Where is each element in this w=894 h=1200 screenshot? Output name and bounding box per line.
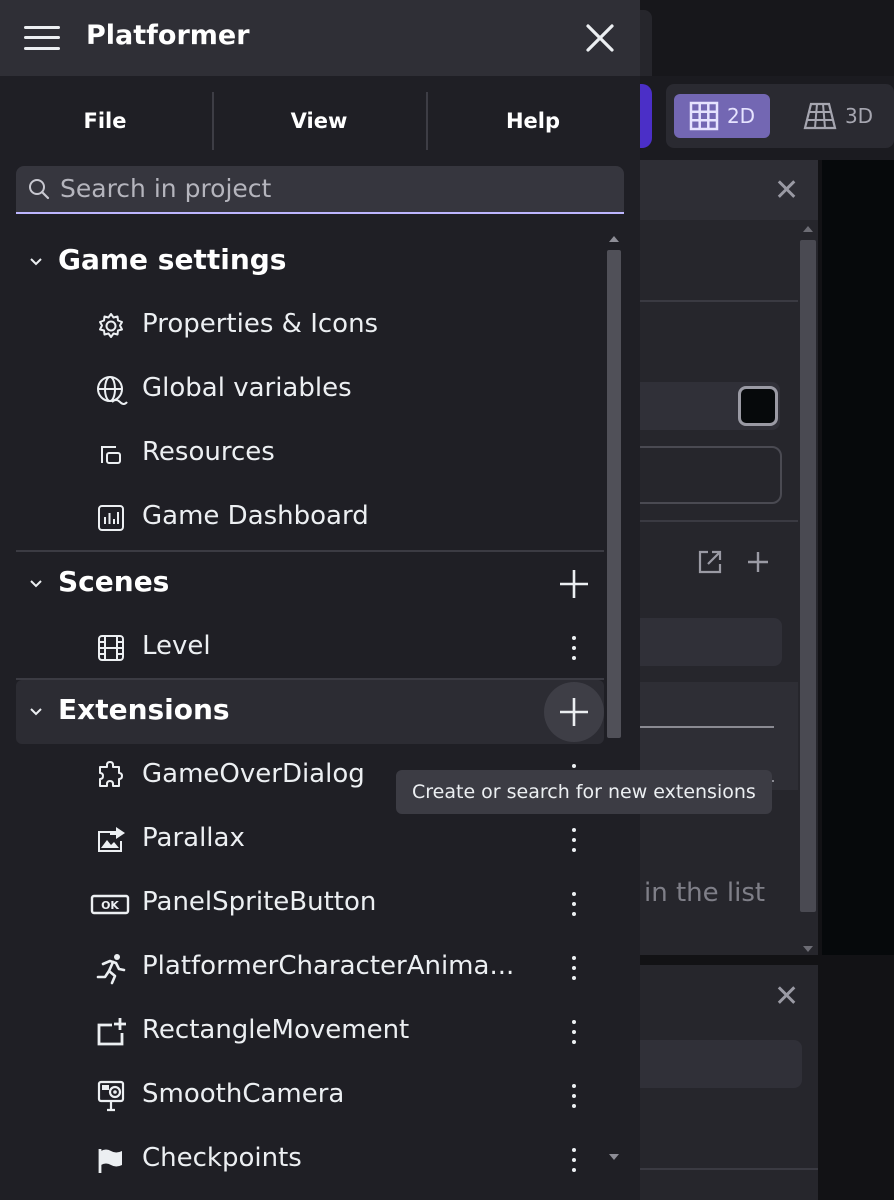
tree-scrollbar[interactable] [606,234,622,1166]
item-label: Checkpoints [142,1143,302,1173]
item-label: PanelSpriteButton [142,887,377,917]
project-title: Platformer [86,20,250,51]
chevron-down-icon[interactable] [28,254,44,270]
dashboard-icon [98,505,124,531]
more-options-icon[interactable] [564,890,584,918]
list-item[interactable]: RectangleMovement [16,1000,604,1064]
more-options-icon[interactable] [564,1082,584,1110]
bg-add-icon[interactable] [746,550,770,574]
bg-divider [640,300,798,302]
add-scene-button[interactable] [544,554,604,614]
more-options-icon[interactable] [564,1146,584,1174]
list-item[interactable]: Global variables [16,358,604,422]
bg-color-swatch[interactable] [738,386,778,426]
item-label: SmoothCamera [142,1079,345,1109]
list-item[interactable]: Level [16,616,604,680]
list-item[interactable]: Properties & Icons [16,294,604,358]
camera-icon [97,1080,125,1112]
bg-panel-scrollbar[interactable] [800,240,816,912]
bg-scroll-up-arrow[interactable] [803,226,813,232]
film-icon [98,635,124,661]
item-label: Parallax [142,823,245,853]
mode-2d-label: 2D [726,104,756,128]
item-label: Properties & Icons [142,309,379,339]
add-extension-tooltip: Create or search for new extensions [396,770,772,814]
item-label: Level [142,631,211,661]
more-options-icon[interactable] [564,826,584,854]
item-label: RectangleMovement [142,1015,410,1045]
running-person-icon [96,954,126,985]
search-placeholder: Search in project [60,174,272,203]
item-label: Resources [142,437,275,467]
svg-text:OK: OK [101,899,119,912]
list-item[interactable]: Game Dashboard [16,486,604,550]
scroll-up-arrow-icon[interactable] [609,236,619,242]
add-extension-button[interactable] [544,682,604,742]
grid-icon [689,101,719,131]
section-extensions[interactable]: Extensions [16,680,604,744]
bg-input-underline [640,726,774,728]
project-tree: Game settings Properties & Icons Global … [16,230,604,1173]
menu-view[interactable]: View [214,92,424,150]
project-manager-drawer: Platformer File View Help Search in proj… [0,0,640,1200]
bg-open-external-icon[interactable] [696,548,724,576]
list-item[interactable]: PlatformerCharacterAnima... [16,936,604,1000]
more-options-icon[interactable] [564,1018,584,1046]
menu-help[interactable]: Help [428,92,638,150]
chevron-down-icon[interactable] [28,704,44,720]
perspective-grid-icon [803,102,837,130]
section-title: Game settings [58,243,287,276]
puzzle-icon [99,761,123,787]
globe-icon [97,376,128,405]
rectangle-plus-icon [97,1018,126,1046]
flag-icon [98,1149,122,1173]
close-icon[interactable] [584,22,616,54]
list-item[interactable]: Parallax [16,808,604,872]
bg-scroll-down-arrow[interactable] [803,946,813,952]
mode-3d-button[interactable]: 3D [790,94,886,138]
drawer-header: Platformer [0,0,640,76]
search-icon [29,179,50,200]
item-label: Game Dashboard [142,501,369,531]
list-item[interactable]: Resources [16,422,604,486]
bg-canvas [822,160,894,955]
plus-icon [560,698,588,726]
item-label: PlatformerCharacterAnima... [142,951,515,981]
scroll-thumb[interactable] [607,250,621,738]
scroll-down-arrow-icon[interactable] [609,1154,619,1160]
mode-2d-button[interactable]: 2D [674,94,770,138]
image-arrow-icon [98,827,125,852]
bg-divider [640,520,798,522]
chevron-down-icon[interactable] [28,576,44,592]
bg-panel2-close-icon[interactable]: ✕ [774,982,799,1012]
section-title: Scenes [58,565,170,598]
more-options-icon[interactable] [564,634,584,662]
list-item[interactable]: Checkpoints [16,1128,604,1192]
more-options-icon[interactable] [564,954,584,982]
bg-panel-close-icon[interactable]: ✕ [774,176,799,206]
section-game-settings[interactable]: Game settings [16,230,604,294]
gear-icon [99,313,123,338]
mode-3d-label: 3D [844,104,874,128]
bg-empty-list-text: in the list [644,878,766,908]
menu-file[interactable]: File [0,92,210,150]
section-title: Extensions [58,693,230,726]
drawer-menu-bar: File View Help [0,76,640,166]
list-item[interactable]: SmoothCamera [16,1064,604,1128]
hamburger-menu-icon[interactable] [24,26,60,50]
item-label: Global variables [142,373,352,403]
ok-button-icon: OK [90,894,130,915]
section-scenes[interactable]: Scenes [16,552,604,616]
list-item[interactable]: OK PanelSpriteButton [16,872,604,936]
resources-icon [101,446,121,464]
plus-icon [560,570,588,598]
item-label: GameOverDialog [142,759,365,789]
search-input[interactable]: Search in project [16,166,624,214]
